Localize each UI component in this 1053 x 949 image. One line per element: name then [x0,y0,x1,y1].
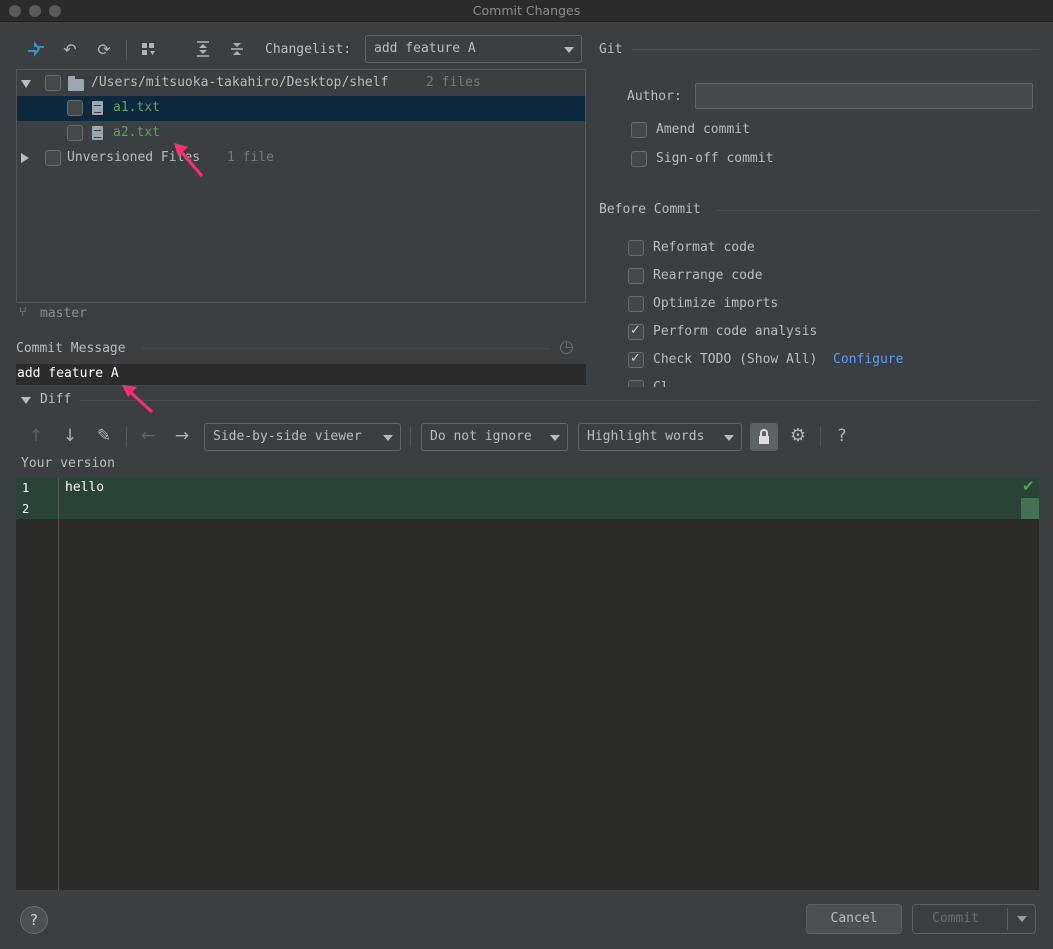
text-file-icon [92,126,103,140]
chevron-down-icon [550,435,560,441]
diff-help-icon[interactable]: ? [831,426,853,446]
highlight-mode-dropdown[interactable]: Highlight words [578,423,742,451]
perform-code-analysis-checkbox[interactable] [628,323,644,340]
changes-tree[interactable]: /Users/mitsuoka-takahiro/Desktop/shelf 2… [16,69,586,303]
commit-button[interactable]: Commit [912,904,1036,934]
next-difference-icon[interactable]: ↓ [59,426,81,446]
partial-option-checkbox[interactable] [628,380,644,387]
viewer-mode-value: Side-by-side viewer [213,429,362,444]
root-checkbox[interactable] [45,75,61,91]
configure-link[interactable]: Configure [833,352,903,367]
annotation-arrow-icon [174,143,204,177]
edit-source-icon[interactable]: ✎ [93,426,115,446]
help-button[interactable]: ? [20,906,48,934]
expand-arrow-icon[interactable] [21,80,31,88]
lock-toggle[interactable] [750,423,778,451]
unversioned-checkbox[interactable] [45,150,61,166]
git-section-title: Git [599,42,623,57]
file-name: a1.txt [113,100,160,115]
show-diff-icon[interactable] [25,38,47,60]
changelist-dropdown[interactable]: add feature A [365,35,582,63]
collapse-all-icon[interactable] [226,38,248,60]
window-title: Commit Changes [472,3,581,18]
partial-option-label: Cl [653,380,669,387]
clipped-option-row: Cl [600,376,1039,387]
changelist-value: add feature A [374,41,476,56]
amend-commit-checkbox[interactable] [631,122,647,138]
text-file-icon [92,101,103,115]
line-number: 1 [22,481,30,495]
check-todo-label: Check TODO (Show All) [653,352,818,367]
chevron-down-icon [383,435,393,441]
author-label: Author: [627,89,682,104]
split-divider [1007,908,1008,930]
root-path: /Users/mitsuoka-takahiro/Desktop/shelf [91,75,389,90]
unversioned-count: 1 file [227,150,274,165]
added-lines-highlight [16,477,1039,519]
your-version-label: Your version [21,456,115,471]
chevron-down-icon[interactable] [1017,916,1027,922]
gear-icon[interactable]: ⚙ [787,425,809,446]
before-commit-title: Before Commit [599,202,701,217]
diff-collapse-icon[interactable] [21,397,31,404]
refresh-icon[interactable]: ⟳ [93,38,115,60]
title-bar: Commit Changes [0,0,1053,22]
highlight-mode-value: Highlight words [587,429,705,444]
commit-message-label: Commit Message [16,341,126,356]
previous-difference-icon[interactable]: ↑ [25,426,47,446]
next-file-icon[interactable]: → [171,426,193,446]
chevron-down-icon [564,47,574,53]
perform-code-analysis-label: Perform code analysis [653,324,818,339]
ignore-whitespace-value: Do not ignore [430,429,532,444]
lock-icon [759,429,769,444]
message-history-icon[interactable]: ◷ [559,337,574,357]
rearrange-code-label: Rearrange code [653,268,763,283]
ignore-whitespace-dropdown[interactable]: Do not ignore [421,423,568,451]
gutter-divider [58,477,59,890]
file-row[interactable]: a2.txt [17,121,585,146]
optimize-imports-checkbox[interactable] [628,296,644,312]
reformat-code-label: Reformat code [653,240,755,255]
line-number: 2 [22,502,30,516]
viewer-mode-dropdown[interactable]: Side-by-side viewer [204,423,401,451]
no-problems-check-icon: ✔ [1022,477,1035,495]
check-todo-checkbox[interactable] [628,351,644,368]
chevron-down-icon [724,435,734,441]
code-line: hello [65,480,105,495]
branch-icon: ⑂ [19,305,27,320]
cancel-button[interactable]: Cancel [806,904,902,934]
annotation-arrow-icon [122,385,154,414]
reformat-code-checkbox[interactable] [628,240,644,256]
file-row[interactable]: a1.txt [17,96,585,121]
optimize-imports-label: Optimize imports [653,296,779,311]
file-checkbox[interactable] [67,100,83,116]
diff-editor[interactable] [16,477,1039,890]
amend-commit-label: Amend commit [656,122,750,137]
unversioned-row[interactable]: Unversioned Files 1 file [17,146,585,171]
root-file-count: 2 files [426,75,481,90]
tree-root-row[interactable]: /Users/mitsuoka-takahiro/Desktop/shelf 2… [17,71,585,96]
expand-all-icon[interactable] [192,38,214,60]
rollback-icon[interactable]: ↶ [59,38,81,60]
changelist-label: Changelist: [265,42,352,57]
change-marker-stripe [1021,498,1039,519]
commit-message-input[interactable]: add feature A [16,364,586,386]
sign-off-commit-label: Sign-off commit [656,151,774,166]
folder-icon [68,76,84,91]
sign-off-commit-checkbox[interactable] [631,151,647,167]
author-input[interactable] [695,83,1033,109]
file-checkbox[interactable] [67,125,83,141]
group-by-icon[interactable] [138,38,160,60]
previous-file-icon[interactable]: ← [137,426,159,446]
diff-title: Diff [40,392,72,407]
file-name: a2.txt [113,125,160,140]
branch-name: master [40,306,87,321]
collapsed-arrow-icon[interactable] [21,153,29,163]
rearrange-code-checkbox[interactable] [628,268,644,284]
commit-button-label: Commit [932,911,979,926]
